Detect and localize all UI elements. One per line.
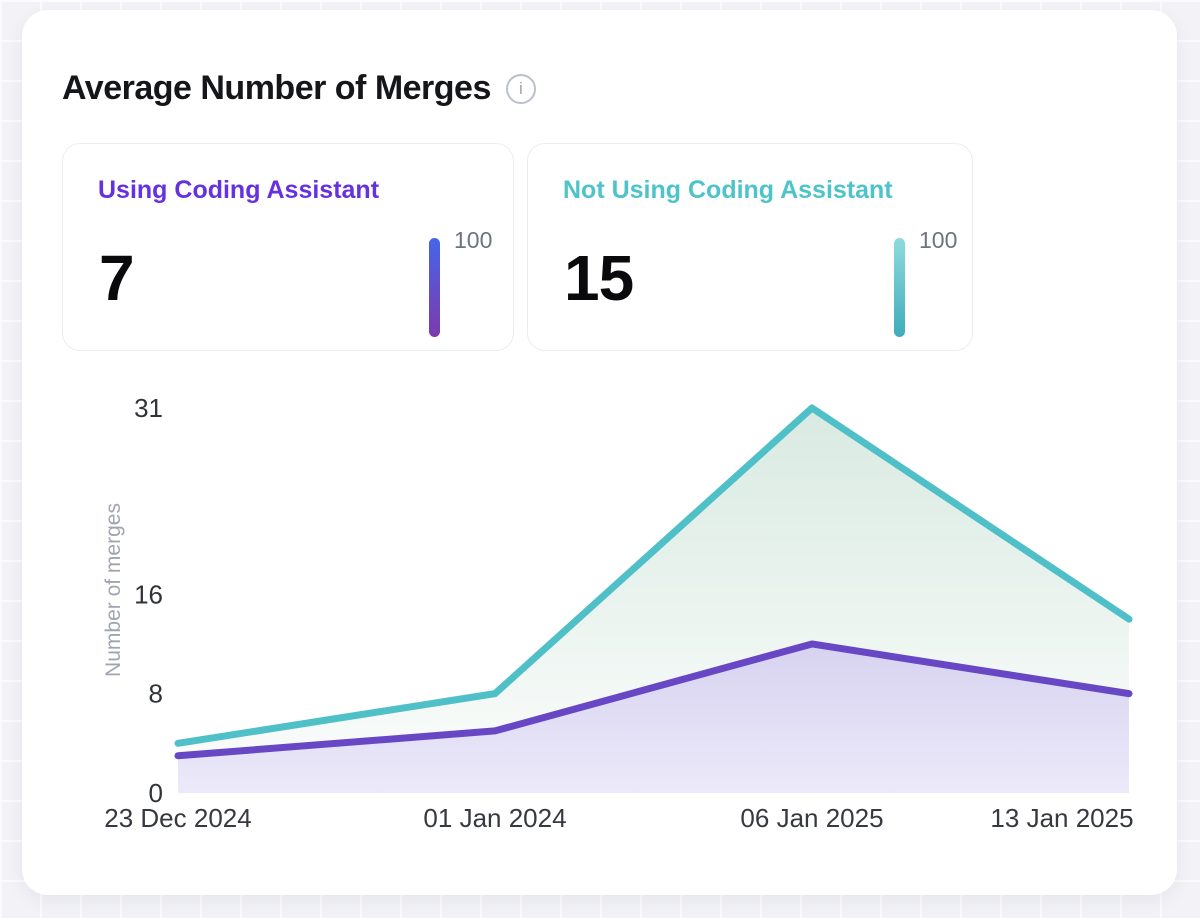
x-tick-label: 13 Jan 2025 [990, 803, 1133, 833]
gauge-bar [894, 238, 905, 337]
x-tick-label: 01 Jan 2024 [423, 803, 566, 833]
gauge-max-label: 100 [454, 227, 492, 254]
y-tick-label: 16 [134, 579, 163, 609]
header: Average Number of Merges i [62, 70, 536, 107]
x-tick-label: 06 Jan 2025 [740, 803, 883, 833]
page-title: Average Number of Merges [62, 70, 491, 107]
stat-label: Not Using Coding Assistant [563, 176, 893, 205]
y-axis-title: Number of merges [102, 503, 125, 677]
main-card: Average Number of Merges i Using Coding … [22, 10, 1177, 895]
x-tick-label: 23 Dec 2024 [104, 803, 251, 833]
stat-label: Using Coding Assistant [98, 176, 379, 205]
page-background: Average Number of Merges i Using Coding … [0, 0, 1200, 918]
gauge-max-label: 100 [919, 227, 957, 254]
y-tick-label: 8 [149, 679, 163, 709]
stat-card-not-using-assistant: Not Using Coding Assistant 15 100 [527, 143, 973, 351]
stat-value: 7 [99, 246, 134, 310]
gauge-bar [429, 238, 440, 337]
y-tick-label: 31 [134, 395, 163, 423]
stat-value: 15 [564, 246, 633, 310]
merges-area-chart: 08163123 Dec 202401 Jan 202406 Jan 20251… [22, 395, 1177, 895]
stat-card-using-assistant: Using Coding Assistant 7 100 [62, 143, 514, 351]
stat-cards-row: Using Coding Assistant 7 100 Not Using C… [62, 143, 973, 351]
info-icon[interactable]: i [506, 74, 536, 104]
